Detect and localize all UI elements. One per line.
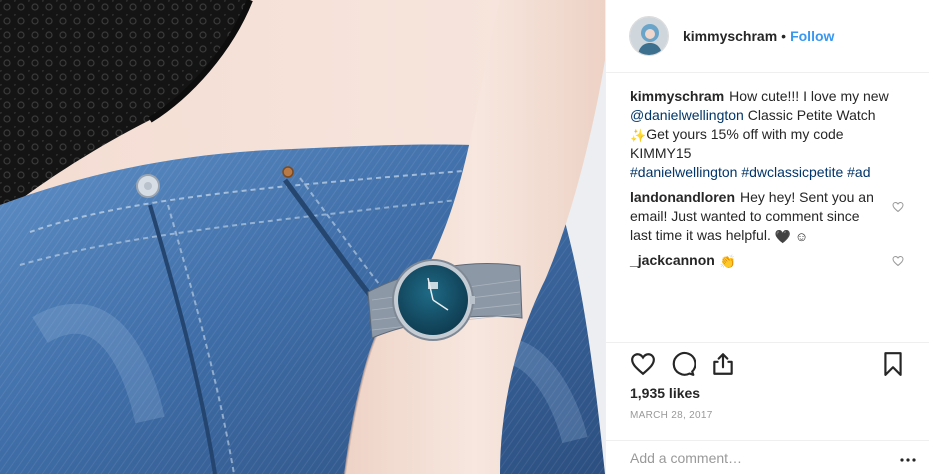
hashtag[interactable]: #dwclassicpetite bbox=[741, 164, 843, 180]
add-comment-input[interactable] bbox=[630, 449, 870, 466]
more-options-icon[interactable] bbox=[900, 452, 916, 462]
bookmark-icon[interactable] bbox=[880, 351, 906, 377]
caption: kimmyschram How cute!!! I love my new @da… bbox=[630, 87, 907, 182]
post-side-panel: kimmyschram • Follow kimmyschram How cute… bbox=[605, 0, 929, 474]
smile-emoji: ☺ bbox=[794, 229, 809, 244]
instagram-post: kimmyschram • Follow kimmyschram How cute… bbox=[0, 0, 929, 474]
follow-button[interactable]: Follow bbox=[790, 28, 834, 44]
hashtag[interactable]: #danielwellington bbox=[630, 164, 737, 180]
comment-like-icon[interactable] bbox=[892, 255, 904, 267]
comment-username[interactable]: landonandloren bbox=[630, 189, 735, 205]
caption-text: Classic Petite Watch bbox=[743, 107, 876, 123]
comment-bubble-icon[interactable] bbox=[670, 351, 696, 377]
clapping-hands-emoji: 👏 bbox=[719, 254, 737, 269]
avatar[interactable] bbox=[629, 16, 669, 56]
post-header: kimmyschram • Follow bbox=[606, 0, 929, 73]
action-bar bbox=[606, 342, 929, 382]
comment: landonandloren Hey hey! Sent you an email… bbox=[630, 188, 907, 245]
post-photo[interactable] bbox=[0, 0, 605, 474]
caption-mention[interactable]: @danielwellington bbox=[630, 107, 744, 123]
photo-illustration bbox=[0, 0, 605, 474]
heart-icon[interactable] bbox=[630, 351, 656, 377]
black-heart-emoji: 🖤 bbox=[774, 229, 791, 244]
caption-username[interactable]: kimmyschram bbox=[630, 88, 724, 104]
caption-text: Get yours 15% off with my code KIMMY15 bbox=[630, 126, 844, 161]
likes-count[interactable]: 1,935 likes bbox=[630, 385, 700, 401]
comment-like-icon[interactable] bbox=[892, 201, 904, 213]
hashtag[interactable]: #ad bbox=[847, 164, 870, 180]
comment: _jackcannon 👏 bbox=[630, 251, 907, 270]
add-comment-bar bbox=[606, 440, 929, 474]
comment-username[interactable]: _jackcannon bbox=[630, 252, 715, 268]
post-date: MARCH 28, 2017 bbox=[630, 410, 713, 421]
share-icon[interactable] bbox=[710, 351, 736, 377]
header-username[interactable]: kimmyschram bbox=[683, 28, 777, 44]
separator-dot: • bbox=[781, 28, 787, 44]
sparkles-emoji: ✨ bbox=[630, 128, 647, 143]
caption-text: How cute!!! I love my new bbox=[729, 88, 889, 104]
comments-list: kimmyschram How cute!!! I love my new @da… bbox=[606, 73, 929, 276]
avatar-image bbox=[630, 17, 668, 55]
